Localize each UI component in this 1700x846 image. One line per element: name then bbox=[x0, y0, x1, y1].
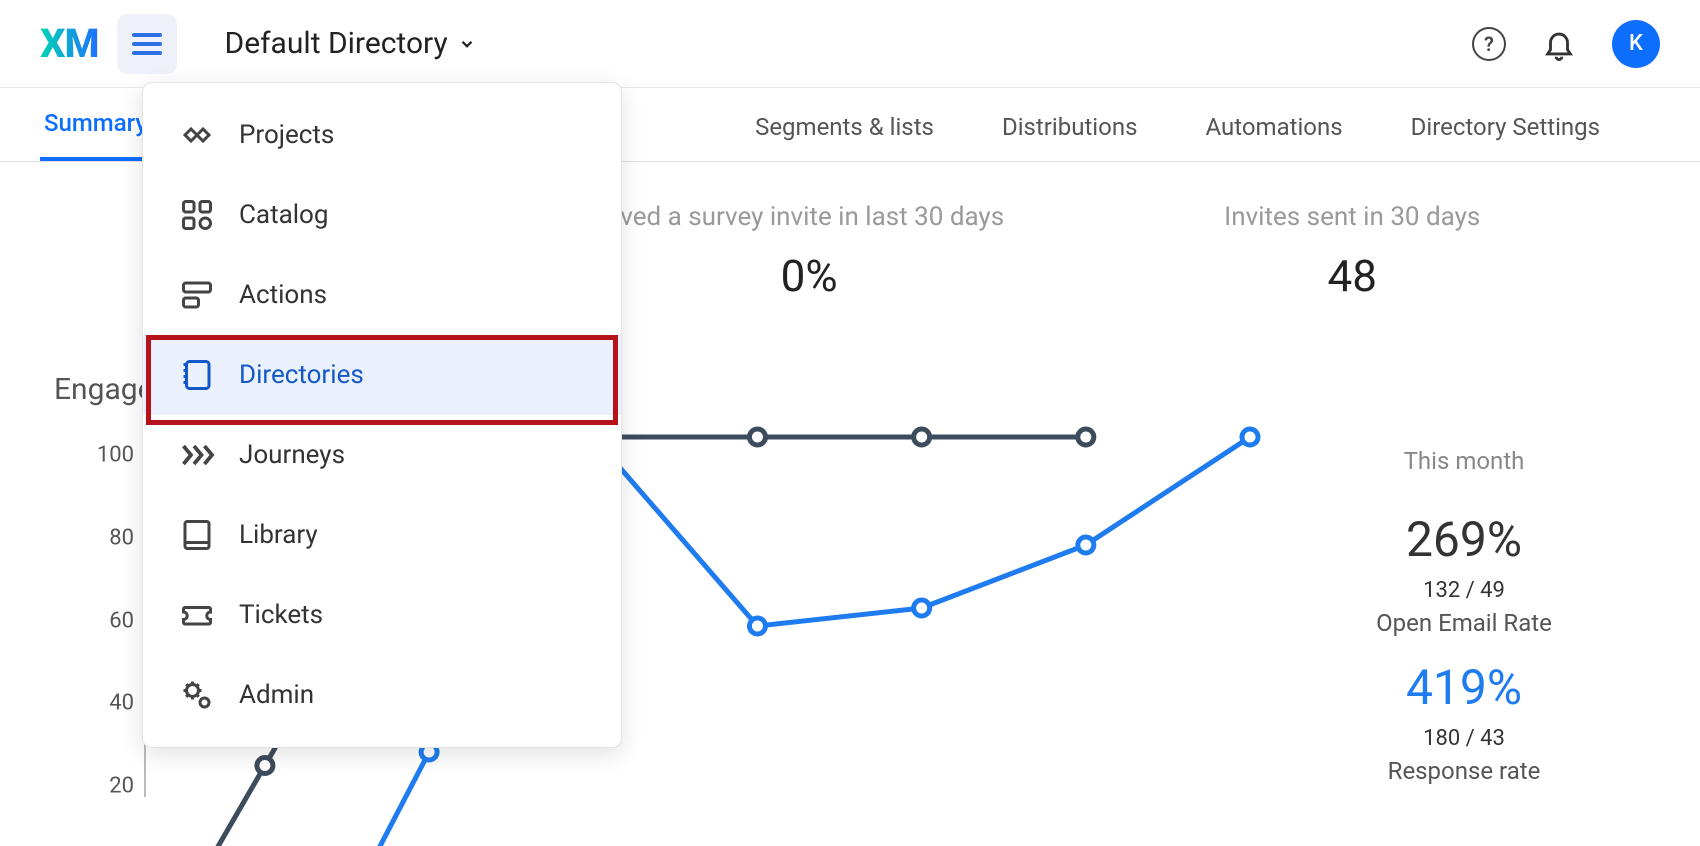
y-tick: 80 bbox=[109, 525, 134, 550]
open-rate-fraction: 132 / 49 bbox=[1314, 578, 1614, 603]
open-rate-pct: 269% bbox=[1314, 511, 1614, 568]
projects-icon bbox=[179, 117, 215, 153]
chevron-down-icon bbox=[458, 35, 476, 53]
tab-summary[interactable]: Summary bbox=[40, 89, 151, 161]
menu-label: Journeys bbox=[239, 440, 345, 470]
top-bar: XM Default Directory ? K bbox=[0, 0, 1700, 88]
side-stats: This month 269% 132 / 49 Open Email Rate… bbox=[1314, 437, 1614, 797]
hamburger-icon bbox=[132, 33, 162, 55]
menu-label: Actions bbox=[239, 280, 327, 310]
directory-title: Default Directory bbox=[225, 26, 448, 61]
admin-icon bbox=[179, 677, 215, 713]
question-icon: ? bbox=[1481, 33, 1497, 55]
menu-item-tickets[interactable]: Tickets bbox=[143, 575, 621, 655]
menu-label: Catalog bbox=[239, 200, 328, 230]
menu-label: Admin bbox=[239, 680, 314, 710]
help-button[interactable]: ? bbox=[1472, 27, 1506, 61]
menu-label: Projects bbox=[239, 120, 334, 150]
menu-item-catalog[interactable]: Catalog bbox=[143, 175, 621, 255]
directories-icon bbox=[179, 357, 215, 393]
menu-label: Tickets bbox=[239, 600, 323, 630]
logo[interactable]: XM bbox=[40, 20, 99, 67]
y-tick: 20 bbox=[109, 774, 134, 799]
y-tick: 60 bbox=[109, 608, 134, 633]
y-tick: 40 bbox=[109, 691, 134, 716]
stat-value: 0% bbox=[614, 250, 1004, 302]
directory-selector[interactable]: Default Directory bbox=[225, 26, 476, 61]
actions-icon bbox=[179, 277, 215, 313]
avatar[interactable]: K bbox=[1612, 20, 1660, 68]
y-tick: 100 bbox=[97, 443, 134, 468]
response-rate-fraction: 180 / 43 bbox=[1314, 726, 1614, 751]
catalog-icon bbox=[179, 197, 215, 233]
open-rate-label: Open Email Rate bbox=[1314, 609, 1614, 637]
stat-survey-invite: ived a survey invite in last 30 days 0% bbox=[614, 202, 1004, 302]
y-axis: 100 80 60 40 20 bbox=[74, 437, 144, 797]
journeys-icon bbox=[179, 437, 215, 473]
menu-item-admin[interactable]: Admin bbox=[143, 655, 621, 735]
menu-label: Directories bbox=[239, 360, 364, 390]
response-rate-label: Response rate bbox=[1314, 757, 1614, 785]
tab-distributions[interactable]: Distributions bbox=[998, 93, 1142, 161]
response-rate-pct: 419% bbox=[1314, 659, 1614, 716]
tab-automations[interactable]: Automations bbox=[1201, 93, 1346, 161]
main-menu-button[interactable] bbox=[117, 14, 177, 74]
tab-directory-settings[interactable]: Directory Settings bbox=[1407, 93, 1604, 161]
menu-item-actions[interactable]: Actions bbox=[143, 255, 621, 335]
menu-item-journeys[interactable]: Journeys bbox=[143, 415, 621, 495]
tickets-icon bbox=[179, 597, 215, 633]
menu-item-library[interactable]: Library bbox=[143, 495, 621, 575]
notifications-icon[interactable] bbox=[1542, 27, 1576, 61]
main-menu-dropdown: Projects Catalog Actions Directories Jou… bbox=[142, 82, 622, 748]
svg-text:?: ? bbox=[1484, 33, 1494, 55]
tab-segments[interactable]: Segments & lists bbox=[751, 93, 938, 161]
stat-label: Invites sent in 30 days bbox=[1224, 202, 1480, 232]
period-label: This month bbox=[1314, 447, 1614, 475]
menu-label: Library bbox=[239, 520, 318, 550]
stat-invites-sent: Invites sent in 30 days 48 bbox=[1224, 202, 1480, 302]
stat-label: ived a survey invite in last 30 days bbox=[614, 202, 1004, 232]
library-icon bbox=[179, 517, 215, 553]
topbar-left: XM Default Directory bbox=[40, 14, 476, 74]
stat-value: 48 bbox=[1224, 250, 1480, 302]
topbar-right: ? K bbox=[1472, 20, 1660, 68]
menu-item-projects[interactable]: Projects bbox=[143, 95, 621, 175]
menu-item-directories[interactable]: Directories bbox=[143, 335, 621, 415]
